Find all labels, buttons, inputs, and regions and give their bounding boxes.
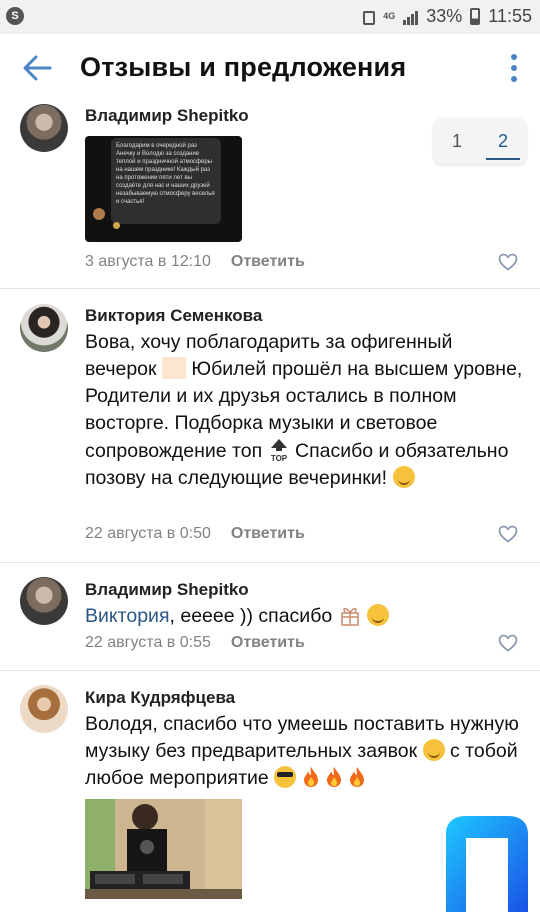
page-1-button[interactable]: 1 bbox=[434, 131, 480, 152]
reply-button[interactable]: Ответить bbox=[231, 525, 305, 542]
fire-emoji-icon bbox=[302, 766, 320, 788]
fire-emoji-icon bbox=[348, 766, 366, 788]
comment-meta: 22 августа в 0:55 Ответить bbox=[85, 634, 305, 652]
avatar[interactable] bbox=[20, 104, 68, 152]
svg-text:TOP: TOP bbox=[270, 454, 287, 463]
lock-icon bbox=[363, 10, 376, 25]
comment-item: Владимир Shepitko Благодарим в очередной… bbox=[0, 102, 540, 289]
grin-emoji-icon bbox=[367, 604, 390, 626]
avatar[interactable] bbox=[20, 304, 68, 352]
sunglasses-emoji-icon bbox=[274, 766, 297, 788]
message-screenshot: Благодарим в очередной раз Анечку и Воло… bbox=[111, 138, 221, 224]
comment-item: Виктория Семенкова Вова, хочу поблагодар… bbox=[0, 289, 540, 563]
comments-feed: Владимир Shepitko Благодарим в очередной… bbox=[0, 102, 540, 911]
watermark-logo bbox=[442, 812, 532, 914]
top-arrow-emoji-icon: TOP bbox=[268, 437, 290, 463]
like-heart-icon[interactable] bbox=[498, 525, 518, 543]
battery-percent: 33% bbox=[426, 6, 463, 26]
page-title: Отзывы и предложения bbox=[80, 52, 407, 82]
shazam-icon: S bbox=[6, 7, 24, 25]
clock: 11:55 bbox=[488, 6, 532, 26]
smile-emoji-icon bbox=[392, 466, 415, 488]
comment-text: Виктория, еееее )) спасибо bbox=[85, 603, 525, 630]
avatar[interactable] bbox=[20, 577, 68, 625]
pagination: 1 2 bbox=[434, 118, 526, 164]
comment-date[interactable]: 22 августа в 0:50 bbox=[85, 525, 211, 542]
comment-author[interactable]: Кира Кудряфцева bbox=[85, 688, 235, 708]
fire-emoji-icon bbox=[325, 766, 343, 788]
back-arrow-icon[interactable] bbox=[20, 52, 54, 84]
comment-author[interactable]: Владимир Shepitko bbox=[85, 580, 249, 600]
network-type: 4G bbox=[383, 11, 396, 21]
comment-text: Володя, спасибо что умеешь поставить нуж… bbox=[85, 713, 519, 789]
status-bar: S 4G 33% 11:55 bbox=[0, 0, 540, 34]
comment-date[interactable]: 22 августа в 0:55 bbox=[85, 634, 211, 651]
gift-emoji-icon bbox=[338, 603, 362, 627]
emoji-icon bbox=[162, 357, 186, 379]
attachment-text: Благодарим в очередной раз Анечку и Воло… bbox=[116, 143, 215, 205]
comment-author[interactable]: Владимир Shepitko bbox=[85, 106, 249, 126]
grin-emoji-icon bbox=[422, 739, 445, 761]
more-menu-icon[interactable] bbox=[510, 54, 518, 82]
page-2-button[interactable]: 2 bbox=[480, 131, 526, 160]
comment-meta: 3 августа в 12:10 Ответить bbox=[85, 253, 305, 271]
comment-date[interactable]: 3 августа в 12:10 bbox=[85, 253, 211, 270]
comment-author[interactable]: Виктория Семенкова bbox=[85, 306, 262, 326]
like-heart-icon[interactable] bbox=[498, 634, 518, 652]
reply-button[interactable]: Ответить bbox=[231, 634, 305, 651]
signal-icon bbox=[403, 9, 419, 25]
reply-button[interactable]: Ответить bbox=[231, 253, 305, 270]
mention-link[interactable]: Виктория bbox=[85, 605, 170, 627]
attachment-image[interactable]: Благодарим в очередной раз Анечку и Воло… bbox=[85, 136, 242, 242]
comment-text: Вова, хочу поблагодарить за офигенный ве… bbox=[85, 331, 523, 489]
comment-item: Владимир Shepitko Виктория, еееее )) спа… bbox=[0, 563, 540, 671]
avatar[interactable] bbox=[20, 685, 68, 733]
comment-meta: 22 августа в 0:50 Ответить bbox=[85, 525, 305, 543]
like-heart-icon[interactable] bbox=[498, 253, 518, 271]
battery-icon bbox=[470, 8, 481, 25]
attachment-photo[interactable] bbox=[85, 799, 242, 899]
app-bar: Отзывы и предложения bbox=[0, 34, 540, 102]
